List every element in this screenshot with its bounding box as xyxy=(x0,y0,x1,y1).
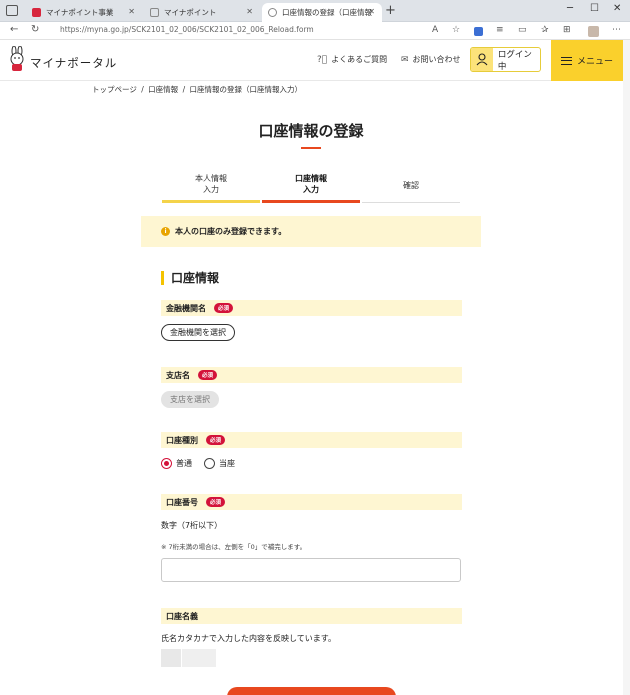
account-type-ordinary-label[interactable]: 普通 xyxy=(176,458,192,469)
account-holder-hint: 氏名カタカナで入力した内容を反映しています。 xyxy=(161,634,336,643)
browser-tab-bar: マイナポイント事業 ✕ マイナポイント ✕ 口座情報の登録（口座情報入力） ✕ … xyxy=(0,0,630,22)
required-badge: 必須 xyxy=(198,370,218,380)
account-type-current-label[interactable]: 当座 xyxy=(219,458,235,469)
notice-box: i 本人の口座のみ登録できます。 xyxy=(141,216,481,247)
step-label-line1: 口座情報 xyxy=(295,174,327,183)
notice-text: 本人の口座のみ登録できます。 xyxy=(175,227,287,236)
required-badge: 必須 xyxy=(206,435,226,445)
step-confirm: 確認 xyxy=(362,180,460,210)
login-status-button[interactable]: ログイン中 xyxy=(470,47,541,72)
step-label-line1: 確認 xyxy=(403,181,419,190)
select-branch-button[interactable]: 支店を選択 xyxy=(161,391,219,408)
collections-add-icon[interactable]: ⊞ xyxy=(563,25,571,35)
bank-field-label: 金融機関名 xyxy=(166,303,206,313)
minimize-icon[interactable]: ─ xyxy=(567,3,573,14)
step-personal-info-bar xyxy=(162,200,260,203)
account-number-field-label: 口座番号 xyxy=(166,497,198,507)
profile-avatar[interactable] xyxy=(588,26,599,37)
hamburger-icon xyxy=(560,56,572,65)
browser-tab-1[interactable]: マイナポイント事業 ✕ xyxy=(26,3,142,22)
address-bar: ← ↻ https://myna.go.jp/SCK2101_02_006/SC… xyxy=(0,22,630,40)
step-account-info-bar xyxy=(262,200,360,203)
account-holder-field-header: 口座名義 xyxy=(161,608,462,624)
favorites-bar-icon[interactable]: ✰ xyxy=(541,25,549,35)
maximize-icon[interactable]: ☐ xyxy=(590,3,599,14)
step-confirm-bar xyxy=(362,202,460,203)
extension-icon[interactable] xyxy=(474,27,483,36)
account-type-radio-group: 普通 当座 xyxy=(161,458,247,469)
account-type-ordinary-radio[interactable] xyxy=(161,458,172,469)
close-tab-icon[interactable]: ✕ xyxy=(128,7,135,16)
breadcrumb-top-link[interactable]: トップページ xyxy=(92,85,137,94)
site-header: マイナポータル ?⃝ よくあるご質問 ✉ お問い合わせ ログイン中 メニュー xyxy=(0,40,630,81)
favicon-icon xyxy=(32,8,41,17)
account-holder-value-2 xyxy=(182,649,216,667)
breadcrumb-account-link[interactable]: 口座情報 xyxy=(148,85,178,94)
bank-field-header: 金融機関名 必須 xyxy=(161,300,462,316)
favicon-icon xyxy=(268,8,277,17)
branch-field-header: 支店名 必須 xyxy=(161,367,462,383)
split-screen-icon[interactable]: ≡ xyxy=(496,25,504,35)
refresh-icon[interactable]: ↻ xyxy=(31,24,39,35)
favorite-icon[interactable]: ☆ xyxy=(452,25,460,35)
logo-text[interactable]: マイナポータル xyxy=(30,55,117,71)
read-aloud-icon[interactable]: A xyxy=(432,25,438,35)
browser-tab-title: マイナポイント事業 xyxy=(46,8,114,17)
page-scrollbar[interactable] xyxy=(623,40,630,695)
account-type-field-label: 口座種別 xyxy=(166,435,198,445)
required-badge: 必須 xyxy=(214,303,234,313)
branch-field-label: 支店名 xyxy=(166,370,190,380)
browser-tab-title: マイナポイント xyxy=(164,8,217,17)
contact-link-label: お問い合わせ xyxy=(412,55,461,64)
back-icon[interactable]: ← xyxy=(10,24,18,35)
step-label-line1: 本人情報 xyxy=(195,174,227,183)
account-number-field-header: 口座番号 必須 xyxy=(161,494,462,510)
faq-link[interactable]: ?⃝ よくあるご質問 xyxy=(317,54,387,65)
browser-tab-3[interactable]: 口座情報の登録（口座情報入力） ✕ xyxy=(262,3,382,22)
close-tab-icon[interactable]: ✕ xyxy=(246,7,253,16)
page-icon xyxy=(150,8,159,17)
account-holder-field-label: 口座名義 xyxy=(166,611,198,621)
section-title: 口座情報 xyxy=(161,271,219,285)
account-type-field-header: 口座種別 必須 xyxy=(161,432,462,448)
account-holder-value-1 xyxy=(161,649,181,667)
contact-link[interactable]: ✉ お問い合わせ xyxy=(401,54,461,65)
login-status-label: ログイン中 xyxy=(497,49,532,72)
breadcrumb-separator: / xyxy=(182,85,186,94)
breadcrumb: トップページ / 口座情報 / 口座情報の登録（口座情報入力） xyxy=(92,84,304,95)
close-tab-icon[interactable]: ✕ xyxy=(368,7,375,16)
more-icon[interactable]: ⋯ xyxy=(612,25,621,35)
step-personal-info: 本人情報 入力 xyxy=(162,173,260,203)
step-label-line2: 入力 xyxy=(303,185,319,194)
account-number-hint: 数字（7桁以下） xyxy=(161,521,223,530)
faq-link-label: よくあるご質問 xyxy=(331,55,388,64)
step-account-info: 口座情報 入力 xyxy=(262,173,360,203)
account-number-note: ※ 7桁未満の場合は、左側を「0」で補完します。 xyxy=(161,543,307,551)
menu-button-label: メニュー xyxy=(576,57,613,67)
mynaportal-logo-icon[interactable] xyxy=(8,46,26,72)
menu-button[interactable]: メニュー xyxy=(551,40,623,81)
user-icon xyxy=(471,48,493,71)
question-icon: ?⃝ xyxy=(317,54,328,65)
collections-icon[interactable]: ▭ xyxy=(518,25,527,35)
next-button[interactable] xyxy=(227,687,396,695)
new-tab-icon[interactable]: + xyxy=(385,3,396,18)
step-label-line2: 入力 xyxy=(203,185,219,194)
breadcrumb-separator: / xyxy=(141,85,144,94)
title-underline xyxy=(301,147,321,149)
account-type-current-radio[interactable] xyxy=(204,458,215,469)
select-bank-button[interactable]: 金融機関を選択 xyxy=(161,324,235,341)
info-icon: i xyxy=(161,227,170,236)
breadcrumb-current: 口座情報の登録（口座情報入力） xyxy=(189,85,302,94)
browser-tab-title: 口座情報の登録（口座情報入力） xyxy=(282,8,372,17)
mail-icon: ✉ xyxy=(401,54,409,65)
tab-actions-icon[interactable] xyxy=(6,5,18,16)
page-title: 口座情報の登録 xyxy=(258,122,364,140)
browser-tab-2[interactable]: マイナポイント ✕ xyxy=(144,3,260,22)
required-badge: 必須 xyxy=(206,497,226,507)
url-field[interactable]: https://myna.go.jp/SCK2101_02_006/SCK210… xyxy=(60,25,314,34)
account-number-input[interactable] xyxy=(161,558,461,582)
close-window-icon[interactable]: ✕ xyxy=(613,3,621,14)
